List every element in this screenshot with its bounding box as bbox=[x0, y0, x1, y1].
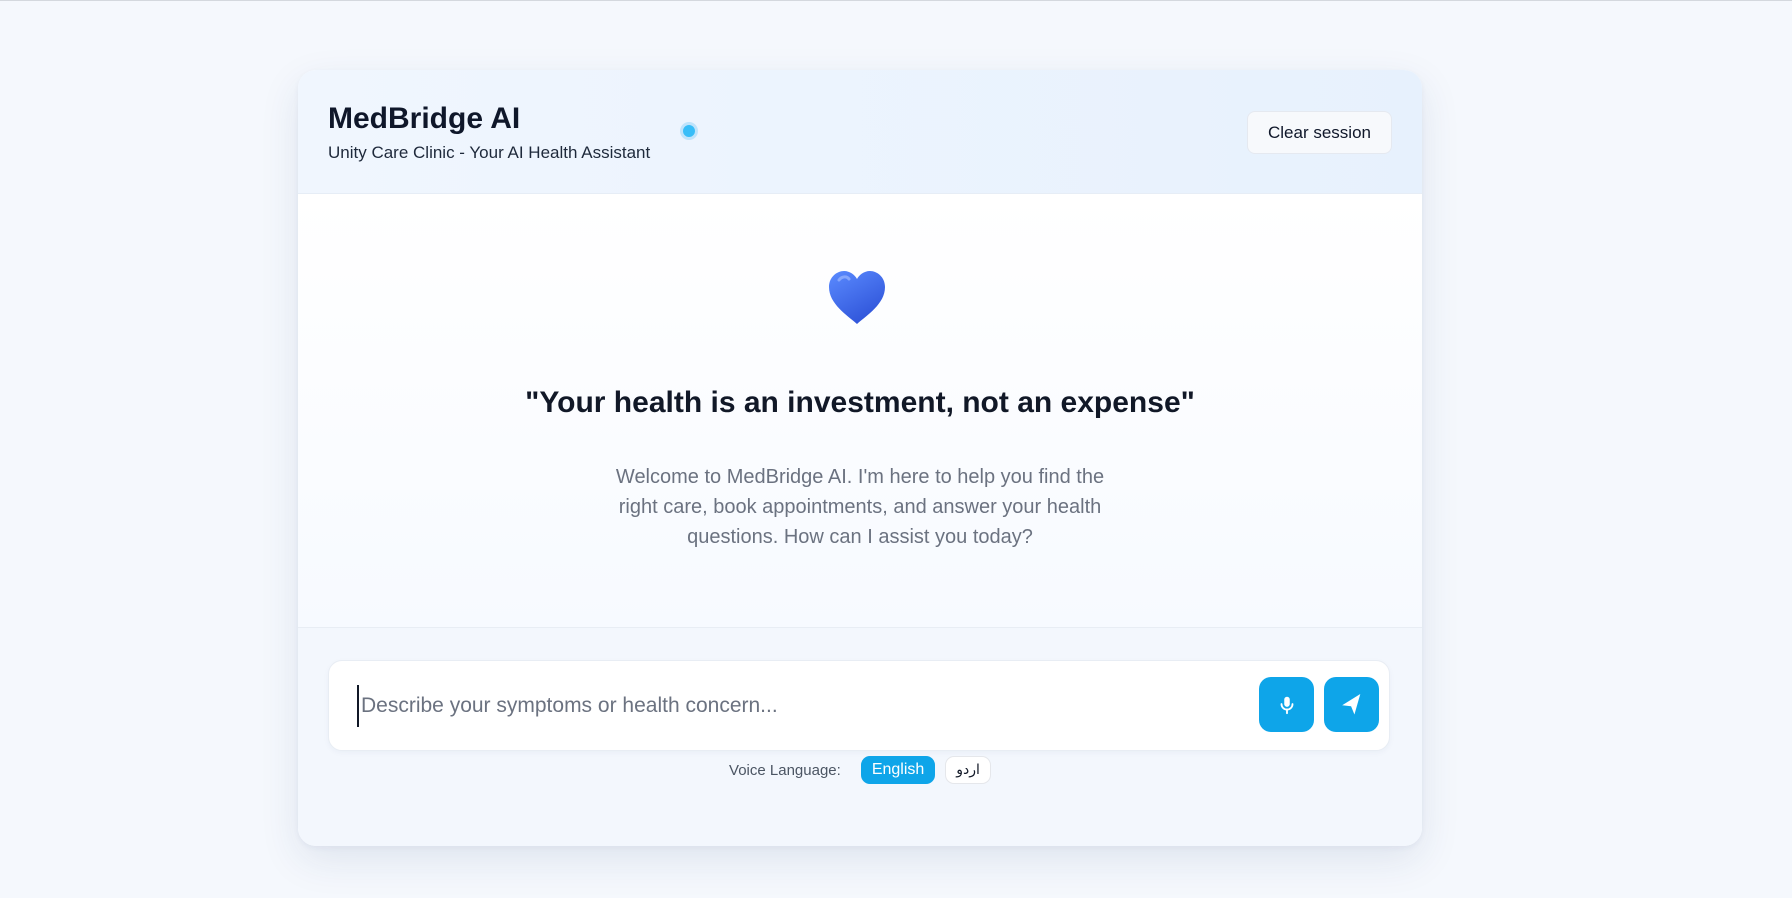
clear-session-button[interactable]: Clear session bbox=[1247, 111, 1392, 154]
composer-area: Voice Language: English اردو bbox=[298, 628, 1422, 846]
voice-language-selector: Voice Language: English اردو bbox=[298, 756, 1422, 784]
send-icon bbox=[1341, 693, 1360, 715]
welcome-message: Welcome to MedBridge AI. I'm here to hel… bbox=[615, 466, 1105, 548]
welcome-quote: "Your health is an investment, not an ex… bbox=[525, 386, 1195, 419]
language-option-urdu[interactable]: اردو bbox=[945, 756, 991, 784]
send-button[interactable] bbox=[1324, 677, 1379, 732]
message-composer bbox=[328, 660, 1390, 751]
symptom-input[interactable] bbox=[357, 685, 1237, 727]
app-subtitle: Unity Care Clinic - Your AI Health Assis… bbox=[328, 143, 651, 162]
voice-input-button[interactable] bbox=[1259, 677, 1314, 732]
welcome-panel: "Your health is an investment, not an ex… bbox=[298, 194, 1422, 628]
status-indicator bbox=[680, 122, 698, 140]
chat-card: MedBridge AI Unity Care Clinic - Your AI… bbox=[298, 70, 1422, 846]
app-title: MedBridge AI bbox=[328, 102, 521, 135]
chat-header: MedBridge AI Unity Care Clinic - Your AI… bbox=[298, 70, 1422, 194]
microphone-icon bbox=[1280, 696, 1293, 714]
voice-language-label: Voice Language: bbox=[729, 761, 841, 779]
heart-icon bbox=[829, 271, 885, 324]
language-option-english[interactable]: English bbox=[860, 756, 936, 784]
